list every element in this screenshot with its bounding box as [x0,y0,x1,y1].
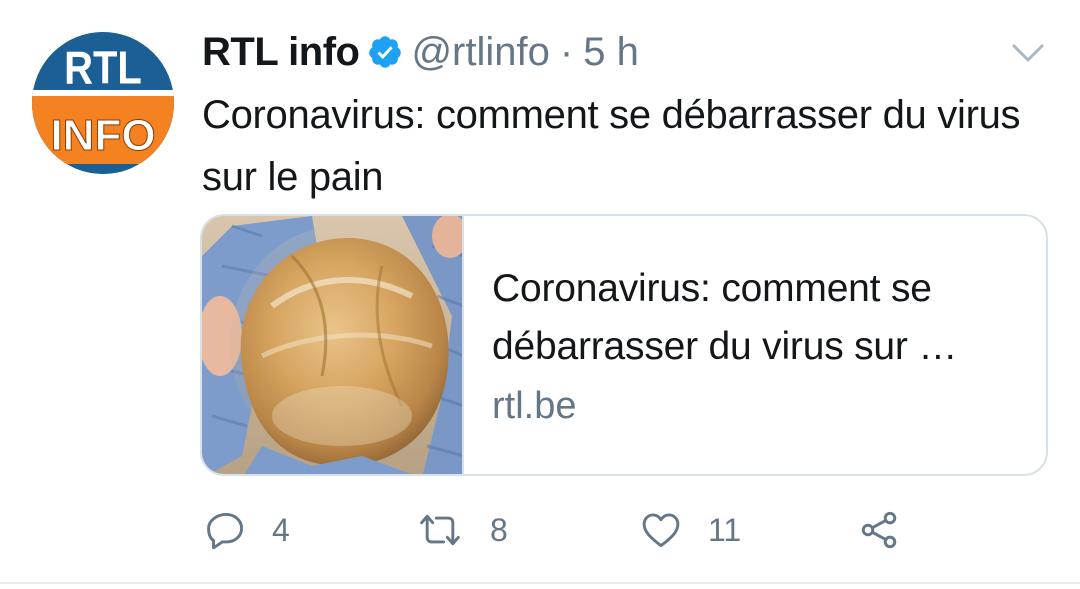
card-body: Coronavirus: comment se débarrasser du v… [464,216,1046,474]
divider [0,582,1080,584]
avatar[interactable]: RTL INFO [32,32,174,174]
separator-dot: · [559,29,574,74]
tweet-text: Coronavirus: comment se débarrasser du v… [202,93,1021,199]
chevron-down-icon[interactable] [1004,38,1052,70]
retweet-button[interactable]: 8 [414,505,508,555]
reply-icon [204,508,248,552]
logo-text-info: INFO [50,111,155,160]
share-icon [856,508,902,552]
verified-badge-icon [367,34,403,70]
card-title-line-1: Coronavirus: comment se [492,267,932,310]
tweet-header: RTL info @rtlinfo · 5 h [202,26,639,78]
reply-button[interactable]: 4 [204,505,290,555]
retweet-count: 8 [490,511,508,548]
heart-icon [638,508,684,552]
card-thumbnail-bread-image [202,216,464,474]
timestamp[interactable]: 5 h [583,30,639,75]
share-button[interactable] [856,505,902,555]
like-button[interactable]: 11 [638,505,741,555]
retweet-icon [414,508,466,552]
card-domain: rtl.be [492,385,577,427]
like-count: 11 [708,511,742,548]
reply-count: 4 [272,511,290,548]
logo-text-rtl: RTL [64,43,142,94]
tweet[interactable]: RTL INFO RTL info @rtlinfo · 5 h Coronav… [0,0,1080,589]
user-handle[interactable]: @rtlinfo [411,30,549,75]
link-card[interactable]: Coronavirus: comment se débarrasser du v… [200,214,1048,476]
rtl-info-logo: RTL INFO [32,32,174,174]
card-title-line-2: débarrasser du virus sur … [492,325,958,368]
action-bar: 4 8 11 [204,505,964,555]
display-name[interactable]: RTL info [202,30,360,75]
